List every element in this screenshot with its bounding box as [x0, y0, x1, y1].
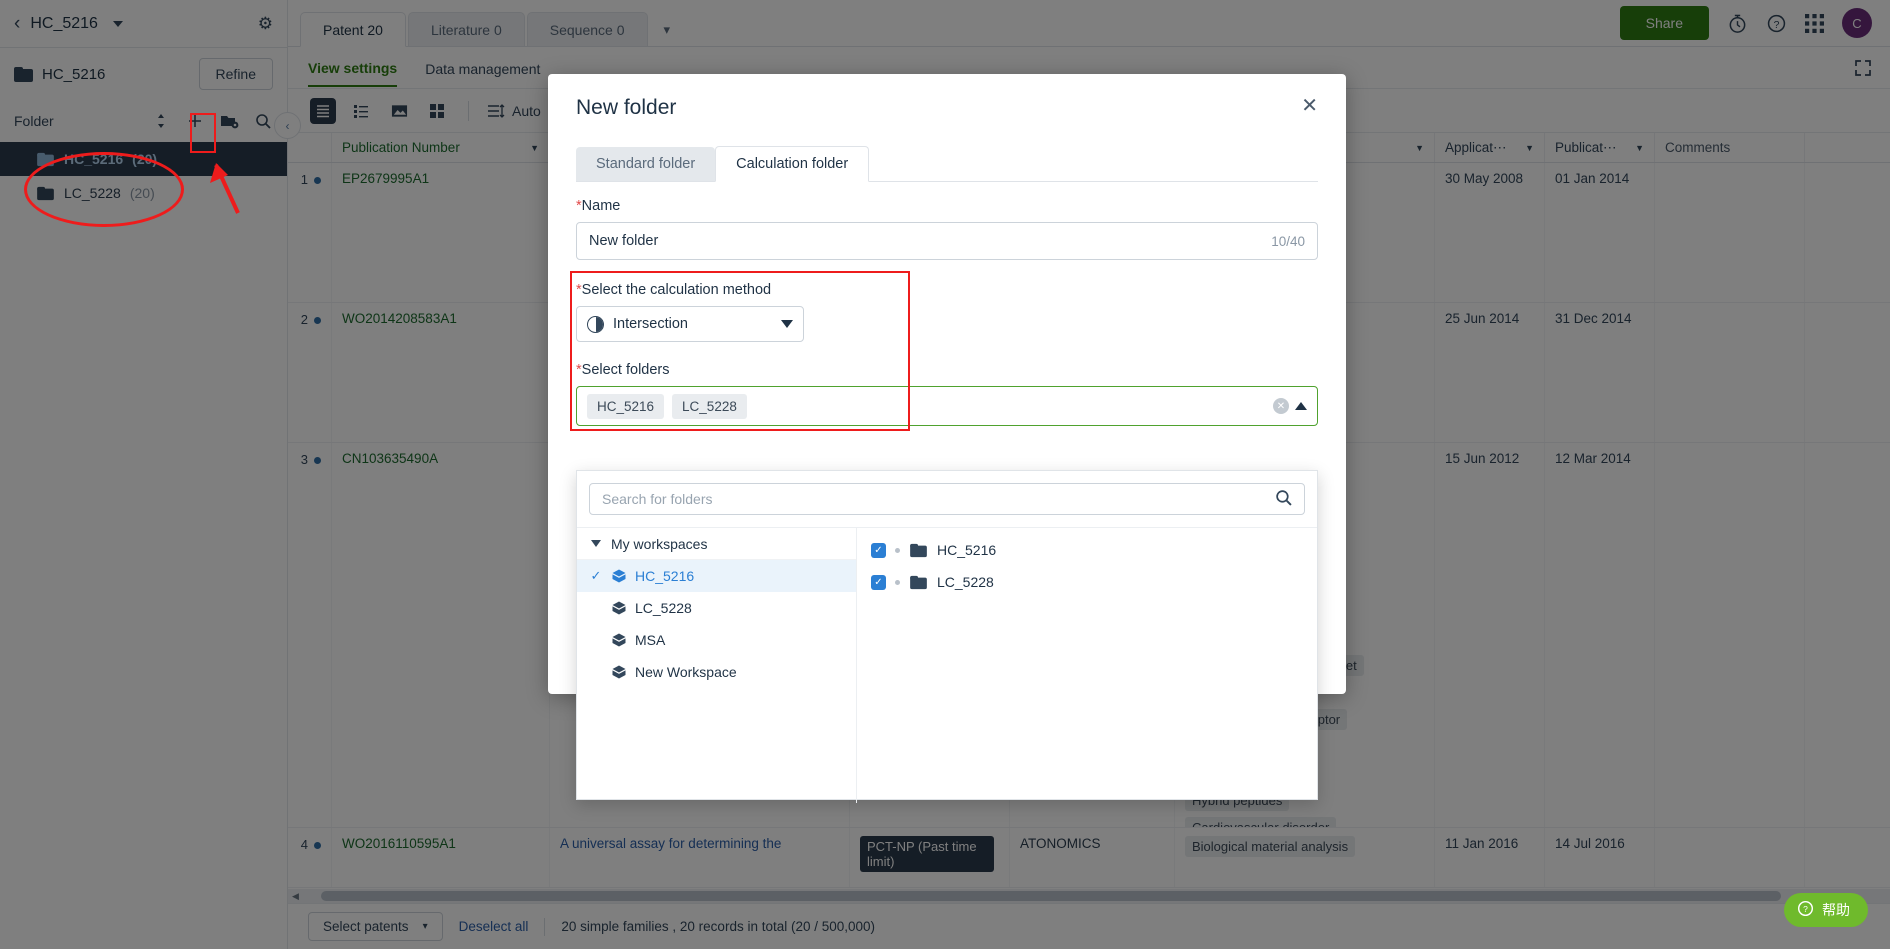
workspace-item-new-workspace[interactable]: New Workspace — [577, 656, 856, 688]
help-widget[interactable]: ? 帮助 — [1784, 893, 1868, 927]
folder-search-placeholder: Search for folders — [602, 491, 713, 507]
calculation-method-select[interactable]: Intersection — [576, 306, 804, 342]
workspace-list: My workspaces ✓ HC_5216 LC_5228 MSA New … — [577, 528, 857, 803]
name-field-group: *Name New folder 10/40 — [576, 198, 1318, 260]
workspace-label: LC_5228 — [635, 600, 692, 616]
workspace-item-hc5216[interactable]: ✓ HC_5216 — [577, 560, 856, 592]
workspace-label: New Workspace — [635, 664, 737, 680]
folder-option-lc5228[interactable]: ✓ LC_5228 — [857, 566, 1317, 598]
question-circle-icon: ? — [1797, 900, 1814, 920]
folder-option-label: LC_5228 — [937, 574, 994, 590]
clear-circle-icon[interactable]: ✕ — [1273, 398, 1289, 414]
help-widget-label: 帮助 — [1822, 902, 1850, 918]
workspace-label: MSA — [635, 632, 666, 648]
close-icon[interactable]: ✕ — [1301, 96, 1318, 116]
name-input-value: New folder — [589, 233, 659, 249]
chevron-up-icon[interactable] — [1295, 402, 1307, 410]
triangle-down-icon — [591, 540, 601, 547]
checkbox-checked-icon[interactable]: ✓ — [871, 574, 886, 590]
workspace-cube-icon — [611, 664, 627, 680]
workspace-item-lc5228[interactable]: LC_5228 — [577, 592, 856, 624]
calculation-method-value: Intersection — [613, 316, 688, 332]
folder-option-label: HC_5216 — [937, 542, 997, 558]
screen-root: ‹ HC_5216 ⚙ HC_5216 Refine Folder — [0, 0, 1890, 949]
dialog-tabs: Standard folder Calculation folder — [576, 146, 1318, 182]
folder-icon — [910, 575, 927, 589]
check-icon: ✓ — [590, 568, 602, 583]
tab-calculation-folder[interactable]: Calculation folder — [715, 146, 870, 182]
folder-tag[interactable]: HC_5216 — [587, 393, 665, 419]
search-icon[interactable] — [1275, 489, 1292, 509]
workspace-cube-icon — [611, 632, 627, 648]
workspaces-header-label: My workspaces — [611, 535, 708, 552]
bullet-dot — [895, 579, 900, 585]
dialog-header: New folder ✕ — [548, 74, 1346, 120]
checkbox-checked-icon[interactable]: ✓ — [871, 542, 886, 558]
bullet-dot — [895, 547, 900, 553]
folder-tag[interactable]: LC_5228 — [672, 393, 747, 419]
name-label: *Name — [576, 198, 621, 214]
folder-search-input[interactable]: Search for folders — [589, 483, 1305, 515]
folders-label: *Select folders — [576, 362, 670, 378]
new-folder-dialog: New folder ✕ Standard folder Calculation… — [548, 74, 1346, 803]
workspace-cube-icon — [611, 600, 627, 616]
workspace-cube-icon — [611, 568, 627, 584]
name-char-counter: 10/40 — [1271, 233, 1305, 249]
chevron-down-icon — [781, 320, 793, 328]
method-label: *Select the calculation method — [576, 282, 772, 298]
dialog-title: New folder — [576, 96, 677, 119]
folders-field-group: *Select folders HC_5216 LC_5228 ✕ — [576, 362, 1318, 426]
selected-folders-input[interactable]: HC_5216 LC_5228 ✕ — [576, 386, 1318, 426]
workspaces-header[interactable]: My workspaces — [577, 528, 856, 560]
name-input[interactable]: New folder 10/40 — [576, 222, 1318, 260]
folder-icon — [910, 543, 927, 557]
workspace-label: HC_5216 — [635, 568, 695, 584]
method-field-group: *Select the calculation method Intersect… — [576, 282, 1318, 342]
folder-picker-dropdown: Search for folders My workspaces ✓ HC_52… — [576, 470, 1318, 803]
svg-text:?: ? — [1803, 904, 1808, 914]
folder-checkbox-list: ✓ HC_5216 ✓ LC_5228 — [857, 528, 1317, 803]
workspace-item-msa[interactable]: MSA — [577, 624, 856, 656]
folder-option-hc5216[interactable]: ✓ HC_5216 — [857, 534, 1317, 566]
venn-intersection-icon — [587, 315, 604, 333]
tab-standard-folder[interactable]: Standard folder — [576, 147, 716, 181]
